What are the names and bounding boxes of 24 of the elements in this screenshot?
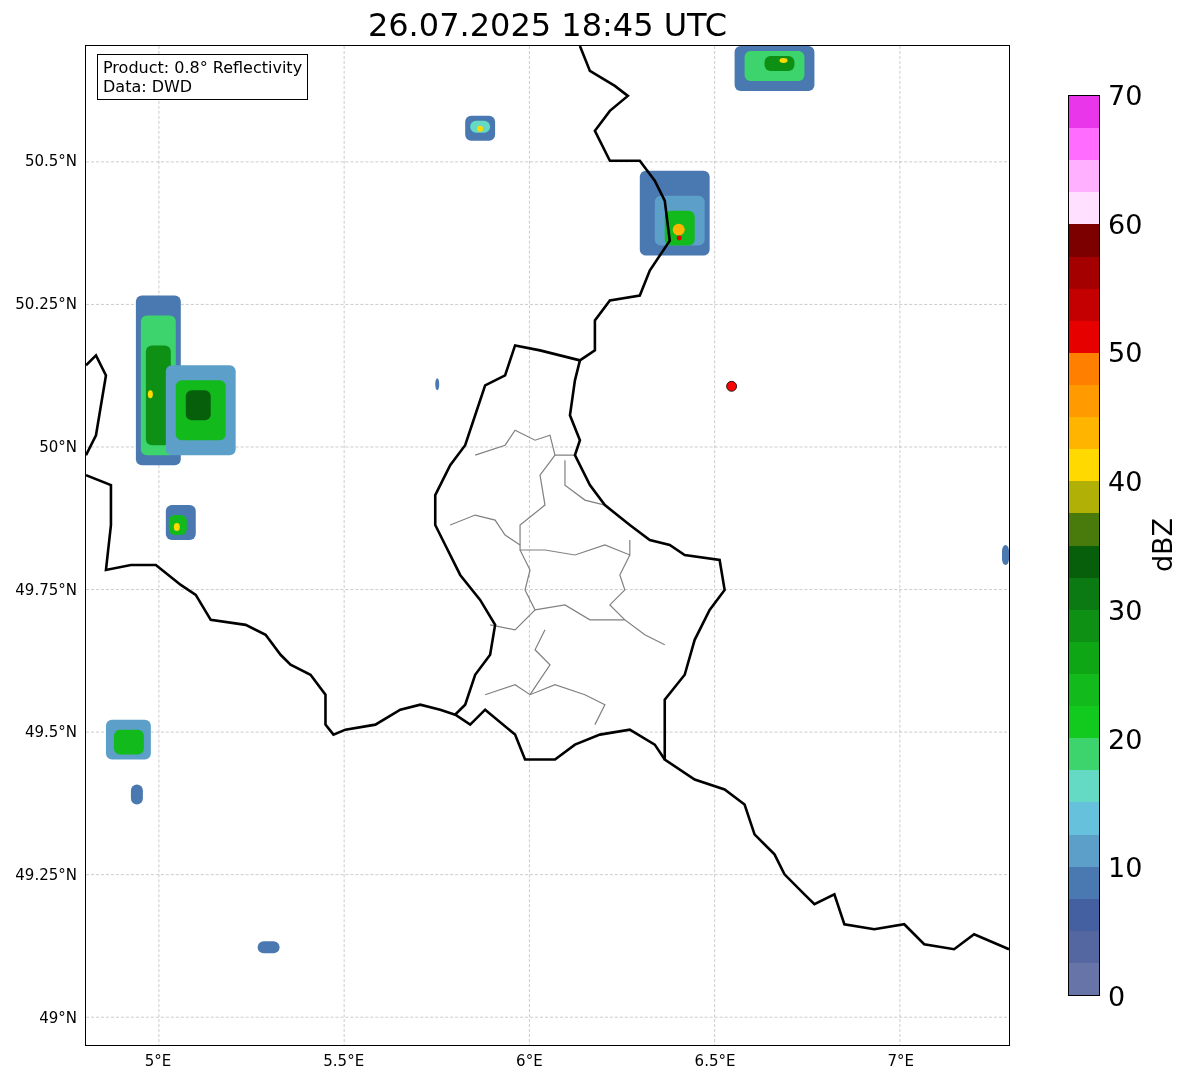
axis-tick-label: 5°E — [144, 1052, 172, 1070]
axis-tick-label: 49°N — [39, 1009, 77, 1028]
colorbar-label: dBZ — [1146, 517, 1178, 573]
axis-tick-label: 50.5°N — [24, 152, 77, 171]
colorbar-tick-label: 40 — [1108, 467, 1143, 495]
colorbar-tick-label: 50 — [1108, 338, 1143, 366]
legend-text: Product: 0.8° Reflectivity — [103, 58, 303, 78]
axis-tick-label: 50.25°N — [15, 294, 77, 313]
axis-tick-label: 49.5°N — [24, 723, 77, 742]
axis-tick-label: 5.5°E — [323, 1052, 365, 1070]
axis-tick-label: 49.75°N — [15, 580, 77, 599]
colorbar-tick-label: 0 — [1108, 982, 1126, 1010]
axis-tick-label: 50°N — [39, 437, 77, 456]
colorbar-tick-label: 20 — [1108, 725, 1143, 753]
axis-tick-label: 7°E — [887, 1052, 914, 1070]
colorbar-tick-label: 70 — [1108, 81, 1143, 109]
colorbar-tick-label: 10 — [1108, 853, 1143, 881]
legend-text: Data: DWD — [103, 77, 194, 97]
chart-title: 26.07.2025 18:45 UTC — [367, 9, 728, 45]
axis-tick-label: 6°E — [516, 1052, 543, 1070]
colorbar-tick-label: 30 — [1108, 596, 1143, 624]
axis-tick-label: 6.5°E — [694, 1052, 736, 1070]
colorbar-tick-label: 60 — [1108, 210, 1143, 238]
axis-tick-label: 49.25°N — [15, 866, 77, 885]
